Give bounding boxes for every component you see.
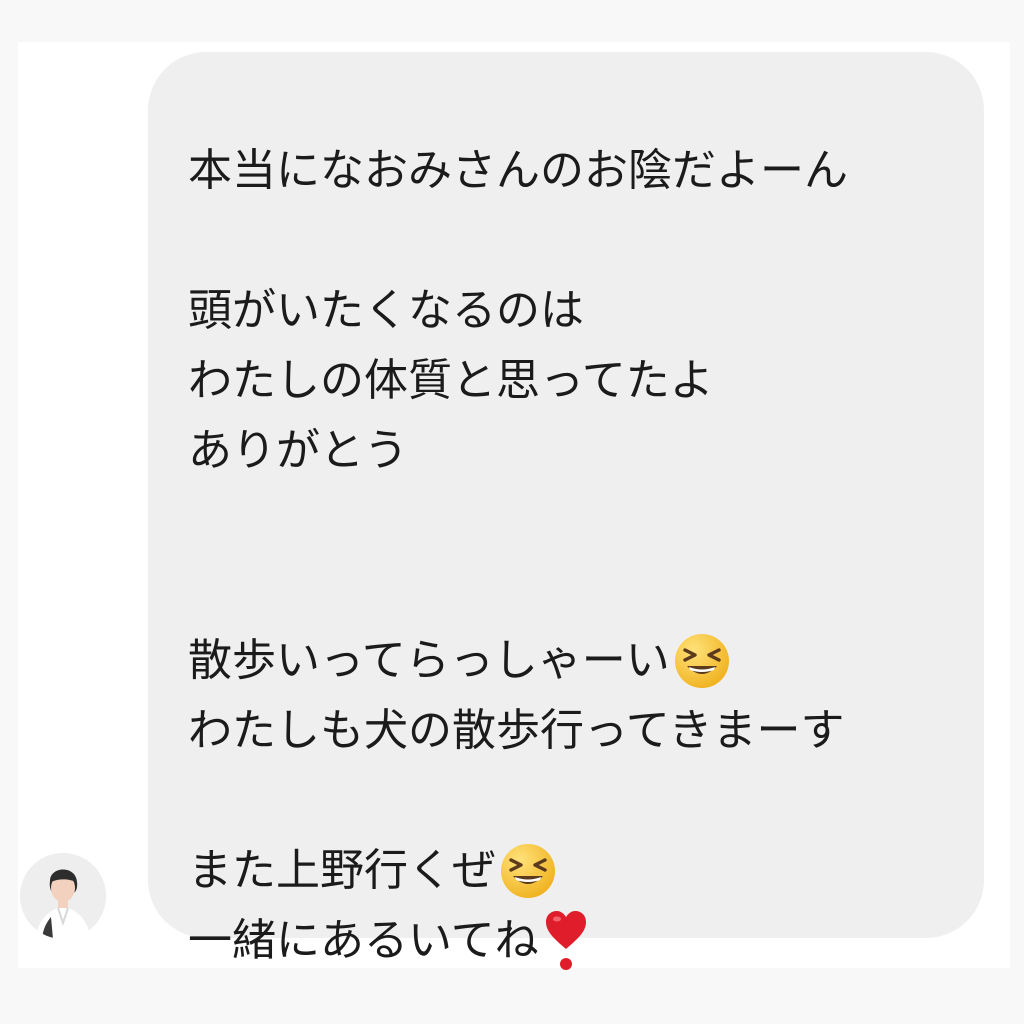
message-line: わたしの体質と思ってたよ <box>188 355 714 406</box>
message-line: 本当になおみさんのお陰だよーん <box>188 145 848 196</box>
heavy-heart-exclamation-icon <box>545 911 586 970</box>
message-line-with-emoji: 散歩いってらっしゃーい <box>188 626 984 696</box>
grinning-squinting-face-icon <box>674 634 729 688</box>
avatar[interactable] <box>20 853 106 939</box>
message-bubble[interactable]: 本当になおみさんのお陰だよーん 頭がいたくなるのは わたしの体質と思ってたよ あ… <box>148 52 984 970</box>
person-avatar-icon <box>20 853 106 939</box>
grinning-squinting-face-icon <box>501 844 555 898</box>
message-text: 散歩いってらっしゃーい <box>188 635 670 686</box>
message-line-with-emoji: 一緒にあるいてね <box>188 906 984 976</box>
message-line-with-emoji: また上野行くぜ <box>188 836 984 906</box>
message-text: また上野行くぜ <box>188 845 496 896</box>
message-line: わたしも犬の散歩行ってきまーす <box>188 705 845 756</box>
message-line: ありがとう <box>188 425 408 476</box>
message-line: 頭がいたくなるのは <box>188 285 584 336</box>
message-text: 一緒にあるいてね <box>188 915 539 966</box>
